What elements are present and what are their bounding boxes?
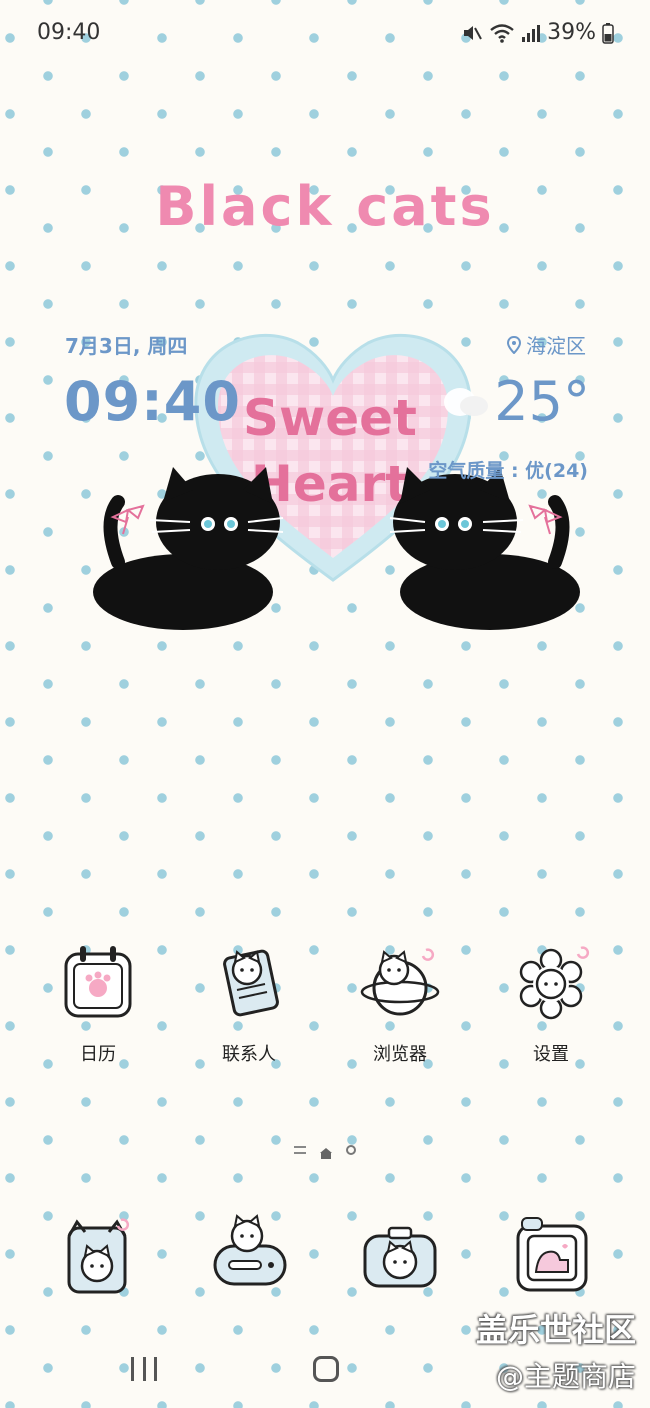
cat-illustration-right bbox=[389, 467, 580, 630]
page-indicator-list-icon bbox=[294, 1146, 306, 1154]
messages-icon[interactable] bbox=[205, 1210, 295, 1300]
page-indicator[interactable] bbox=[0, 1145, 650, 1159]
app-contacts-label: 联系人 bbox=[222, 1044, 276, 1065]
status-time: 09:40 bbox=[37, 20, 101, 45]
app-calendar-label: 日历 bbox=[80, 1044, 116, 1065]
app-settings-label: 设置 bbox=[533, 1044, 569, 1065]
recent-apps-bar-icon bbox=[142, 1357, 146, 1381]
browser-icon bbox=[360, 948, 440, 1016]
phone-icon[interactable] bbox=[55, 1210, 145, 1300]
calendar-icon bbox=[64, 946, 132, 1018]
recent-apps-button[interactable] bbox=[131, 1357, 157, 1381]
widget-location-label: 海淀区 bbox=[526, 334, 586, 358]
location-pin-icon bbox=[507, 335, 521, 354]
widget-clock[interactable]: 09:40 bbox=[64, 370, 241, 433]
widget-location[interactable]: 海淀区 bbox=[507, 330, 586, 359]
app-browser[interactable]: 浏览器 bbox=[340, 940, 460, 1066]
app-calendar[interactable]: 日历 bbox=[38, 940, 158, 1066]
widget-temperature[interactable]: 25° bbox=[494, 370, 590, 433]
battery-percent: 39% bbox=[547, 20, 596, 45]
app-settings[interactable]: 设置 bbox=[491, 940, 611, 1066]
app-contacts[interactable]: 联系人 bbox=[189, 940, 309, 1066]
watermark-community: 盖乐世社区 bbox=[475, 1311, 636, 1349]
watermark-theme-store: @主题商店 bbox=[495, 1360, 636, 1393]
page-indicator-dot-icon bbox=[346, 1145, 356, 1155]
contacts-icon bbox=[223, 949, 279, 1017]
weather-cloud-icon bbox=[444, 388, 488, 416]
wallpaper-headline: Black cats bbox=[155, 175, 495, 238]
widget-air-quality[interactable]: 空气质量 : 优(24) bbox=[428, 456, 588, 483]
status-icons: 39% bbox=[461, 20, 614, 45]
page-indicator-home-icon bbox=[320, 1147, 332, 1159]
home-button[interactable] bbox=[313, 1356, 339, 1382]
cat-illustration-left bbox=[93, 467, 284, 630]
app-browser-label: 浏览器 bbox=[373, 1044, 427, 1065]
recent-apps-bar-icon bbox=[131, 1357, 134, 1381]
settings-icon bbox=[519, 946, 590, 1020]
recent-apps-bar-icon bbox=[154, 1357, 157, 1381]
camera-icon[interactable] bbox=[355, 1210, 445, 1300]
wifi-icon bbox=[490, 23, 514, 43]
widget-date[interactable]: 7月3日, 周四 bbox=[65, 330, 187, 359]
gallery-icon[interactable] bbox=[508, 1210, 598, 1300]
signal-icon bbox=[522, 24, 541, 42]
mute-icon bbox=[464, 25, 482, 40]
battery-icon bbox=[602, 22, 614, 44]
